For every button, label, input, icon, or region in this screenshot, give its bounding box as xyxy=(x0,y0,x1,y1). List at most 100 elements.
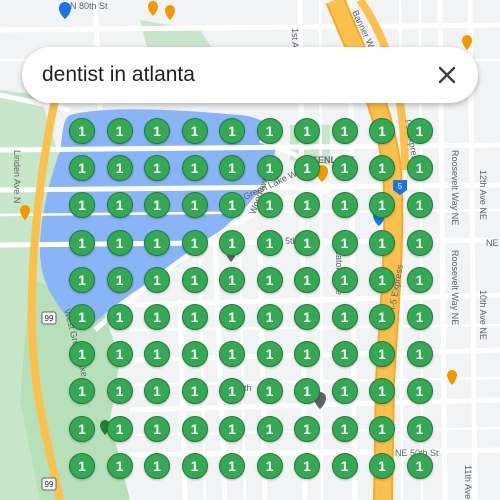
result-pin[interactable]: 1 xyxy=(219,452,245,479)
result-pin[interactable]: 1 xyxy=(256,341,283,368)
result-pin[interactable]: 1 xyxy=(369,452,395,479)
result-pin[interactable]: 1 xyxy=(256,118,283,144)
result-pin[interactable]: 1 xyxy=(106,266,133,293)
result-pin[interactable]: 1 xyxy=(69,341,95,368)
result-pin[interactable]: 1 xyxy=(294,452,320,479)
result-pin[interactable]: 1 xyxy=(406,229,433,256)
search-bar[interactable]: dentist in atlanta xyxy=(22,47,478,103)
result-pin[interactable]: 1 xyxy=(256,155,283,182)
result-pin[interactable]: 1 xyxy=(256,304,283,330)
result-pin[interactable]: 1 xyxy=(106,229,133,256)
result-pin[interactable]: 1 xyxy=(331,118,358,144)
result-pin[interactable]: 1 xyxy=(406,415,433,442)
result-pin[interactable]: 1 xyxy=(106,378,133,405)
result-pin[interactable]: 1 xyxy=(69,304,95,330)
result-pin[interactable]: 1 xyxy=(406,266,433,293)
result-pin[interactable]: 1 xyxy=(219,266,245,293)
result-pin[interactable]: 1 xyxy=(256,415,283,442)
result-pin[interactable]: 1 xyxy=(106,341,133,368)
street-label: Roosevelt Way NE xyxy=(450,250,460,325)
result-pin[interactable]: 1 xyxy=(294,229,320,256)
result-pin[interactable]: 1 xyxy=(181,155,208,182)
result-pin[interactable]: 1 xyxy=(144,266,170,293)
result-pin[interactable]: 1 xyxy=(331,378,358,405)
result-pin[interactable]: 1 xyxy=(219,229,245,256)
result-pin[interactable]: 1 xyxy=(331,266,358,293)
result-pin[interactable]: 1 xyxy=(256,266,283,293)
result-pin[interactable]: 1 xyxy=(106,415,133,442)
result-pin[interactable]: 1 xyxy=(219,415,245,442)
street-label: Linden Ave N xyxy=(12,150,22,203)
search-input[interactable]: dentist in atlanta xyxy=(42,63,430,87)
highway-shield: 99 xyxy=(41,311,57,325)
result-pin[interactable]: 1 xyxy=(106,452,133,479)
result-pin[interactable]: 1 xyxy=(294,118,320,144)
result-pin[interactable]: 1 xyxy=(181,229,208,256)
result-pin[interactable]: 1 xyxy=(144,341,170,368)
result-pin[interactable]: 1 xyxy=(331,415,358,442)
result-pin[interactable]: 1 xyxy=(406,452,433,479)
result-pin[interactable]: 1 xyxy=(406,304,433,330)
result-pin[interactable]: 1 xyxy=(106,118,133,144)
street-label: 10th Ave NE xyxy=(478,290,488,340)
result-pin[interactable]: 1 xyxy=(406,155,433,182)
result-pin[interactable]: 1 xyxy=(369,155,395,182)
result-pin[interactable]: 1 xyxy=(69,266,95,293)
result-pin[interactable]: 1 xyxy=(331,452,358,479)
result-pin[interactable]: 1 xyxy=(219,118,245,144)
result-pin[interactable]: 1 xyxy=(406,378,433,405)
result-pin[interactable]: 1 xyxy=(331,341,358,368)
result-pin[interactable]: 1 xyxy=(219,155,245,182)
result-pin[interactable]: 1 xyxy=(106,192,133,219)
result-pin[interactable]: 1 xyxy=(294,341,320,368)
result-pin[interactable]: 1 xyxy=(69,118,95,144)
result-pin[interactable]: 1 xyxy=(331,229,358,256)
result-pin[interactable]: 1 xyxy=(369,229,395,256)
result-pin[interactable]: 1 xyxy=(331,192,358,219)
result-pin[interactable]: 1 xyxy=(331,155,358,182)
street-label: 12th Ave NE xyxy=(478,170,488,220)
result-pin[interactable]: 1 xyxy=(144,304,170,330)
result-pin[interactable]: 1 xyxy=(219,304,245,330)
result-pin[interactable]: 1 xyxy=(294,266,320,293)
result-pin[interactable]: 1 xyxy=(69,452,95,479)
result-pin[interactable]: 1 xyxy=(181,304,208,330)
result-pin[interactable]: 1 xyxy=(144,415,170,442)
result-pin[interactable]: 1 xyxy=(406,118,433,144)
result-pin[interactable]: 1 xyxy=(181,192,208,219)
result-pin[interactable]: 1 xyxy=(219,341,245,368)
result-pin[interactable]: 1 xyxy=(144,118,170,144)
result-pin[interactable]: 1 xyxy=(406,341,433,368)
result-pin[interactable]: 1 xyxy=(181,341,208,368)
street-label: NE 6 xyxy=(486,238,500,248)
result-pin[interactable]: 1 xyxy=(181,266,208,293)
result-pin[interactable]: 1 xyxy=(144,452,170,479)
result-pin[interactable]: 1 xyxy=(369,415,395,442)
result-pin[interactable]: 1 xyxy=(181,378,208,405)
street-label: Roosevelt Way NE xyxy=(450,150,460,225)
result-pin[interactable]: 1 xyxy=(294,304,320,330)
result-pin[interactable]: 1 xyxy=(256,452,283,479)
result-pin[interactable]: 1 xyxy=(69,415,95,442)
result-pin[interactable]: 1 xyxy=(294,415,320,442)
result-pin[interactable]: 1 xyxy=(369,304,395,330)
result-pin[interactable]: 1 xyxy=(256,229,283,256)
result-pin[interactable]: 1 xyxy=(144,155,170,182)
result-pin[interactable]: 1 xyxy=(256,192,283,219)
result-pin[interactable]: 1 xyxy=(369,118,395,144)
result-pin[interactable]: 1 xyxy=(181,118,208,144)
result-pin[interactable]: 1 xyxy=(181,452,208,479)
close-icon[interactable] xyxy=(430,58,464,92)
result-pin[interactable]: 1 xyxy=(256,378,283,405)
result-pin[interactable]: 1 xyxy=(106,155,133,182)
result-pin[interactable]: 1 xyxy=(106,304,133,330)
result-pin[interactable]: 1 xyxy=(369,341,395,368)
result-pin[interactable]: 1 xyxy=(144,229,170,256)
result-pin[interactable]: 1 xyxy=(294,155,320,182)
result-pin[interactable]: 1 xyxy=(69,229,95,256)
result-pin[interactable]: 1 xyxy=(331,304,358,330)
result-pin[interactable]: 1 xyxy=(69,155,95,182)
result-pin[interactable]: 1 xyxy=(406,192,433,219)
result-pin[interactable]: 1 xyxy=(369,266,395,293)
result-pin[interactable]: 1 xyxy=(181,415,208,442)
